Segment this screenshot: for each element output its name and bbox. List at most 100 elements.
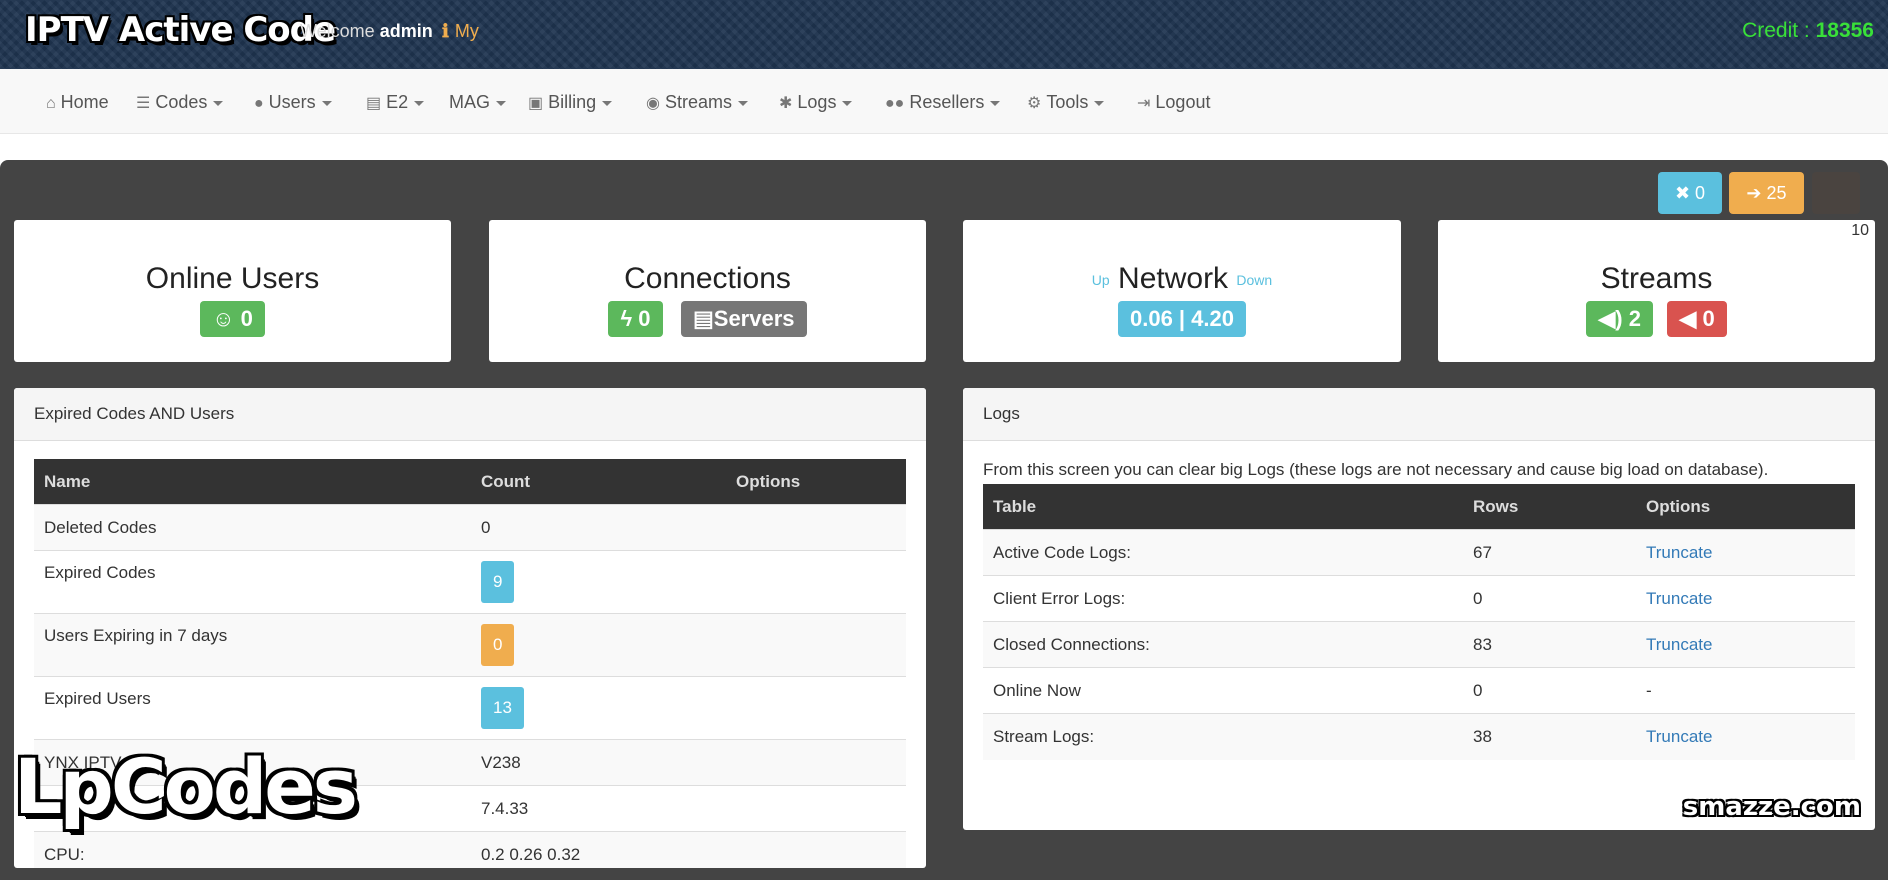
network-card: Up Network Down 0.06 | 4.20 <box>963 220 1401 362</box>
row-options <box>726 504 906 551</box>
hidden-button[interactable] <box>1812 172 1860 214</box>
logs-description: From this screen you can clear big Logs … <box>983 460 1769 479</box>
caret-down-icon <box>321 100 332 106</box>
truncate-link[interactable]: Truncate <box>1646 727 1712 746</box>
network-title-row: Up Network Down <box>963 262 1401 296</box>
row-name: Deleted Codes <box>34 504 471 551</box>
caret-down-icon <box>602 100 613 106</box>
truncate-link[interactable]: Truncate <box>1646 635 1712 654</box>
nav-home-label: Home <box>60 92 109 112</box>
blocked-button[interactable]: ✖ 0 <box>1658 172 1722 214</box>
col-count: Count <box>471 459 726 505</box>
log-rows: 67 <box>1463 529 1636 576</box>
online-users-badge[interactable]: ☺ 0 <box>200 301 265 337</box>
logins-button[interactable]: ➔ 25 <box>1729 172 1804 214</box>
nav-mag[interactable]: MAG <box>449 92 507 113</box>
table-row: CPU: 0.2 0.26 0.32 <box>34 831 906 868</box>
user-icon: ● <box>254 95 264 112</box>
table-row: Online Now 0 - <box>983 667 1855 714</box>
col-table: Table <box>983 484 1463 530</box>
network-up-label: Up <box>1091 272 1110 289</box>
top-header: IPTV Active Code Welcome admin ℹ My Credi… <box>0 0 1888 69</box>
log-option-none: - <box>1636 667 1855 714</box>
log-table-name: Closed Connections: <box>983 621 1463 668</box>
my-account-link[interactable]: ℹ My <box>442 21 479 42</box>
server-icon: ▤ <box>692 306 714 331</box>
online-users-title: Online Users <box>145 262 320 295</box>
nav-logout-label: Logout <box>1155 92 1211 112</box>
streams-card: 10 Streams ◀) 2 ◀ 0 <box>1438 220 1875 362</box>
nav-billing[interactable]: ▣ Billing <box>528 92 613 113</box>
network-badge: 0.06 | 4.20 <box>1117 301 1247 337</box>
caret-down-icon <box>414 100 425 106</box>
nav-users-label: Users <box>268 92 316 112</box>
nav-resellers[interactable]: ●● Resellers <box>885 92 1001 113</box>
nav-tools-label: Tools <box>1046 92 1089 112</box>
users-icon: ●● <box>885 95 905 112</box>
table-row: Closed Connections: 83 Truncate <box>983 621 1855 668</box>
network-badges: 0.06 | 4.20 <box>963 301 1401 337</box>
truncate-link[interactable]: Truncate <box>1646 589 1712 608</box>
row-options <box>726 785 906 832</box>
count-badge[interactable]: 13 <box>481 687 524 729</box>
table-header-row: Name Count Options <box>34 459 906 505</box>
streams-online-value: 2 <box>1628 306 1641 331</box>
row-options <box>726 613 906 677</box>
nav-logs[interactable]: ✱ Logs <box>779 92 853 113</box>
streams-offline-badge[interactable]: ◀ 0 <box>1667 301 1727 337</box>
caret-down-icon <box>842 100 853 106</box>
online-users-card: Online Users ☺ 0 <box>14 220 451 362</box>
welcome-text: Welcome admin <box>300 21 433 42</box>
logs-table: Table Rows Options Active Code Logs: 67 … <box>983 484 1855 760</box>
col-rows: Rows <box>1463 484 1636 530</box>
caret-down-icon <box>990 100 1001 106</box>
streams-online-badge[interactable]: ◀) 2 <box>1586 301 1653 337</box>
log-rows: 38 <box>1463 713 1636 760</box>
username: admin <box>379 21 433 41</box>
credit-label: Credit : <box>1742 19 1810 42</box>
connections-badge[interactable]: ϟ 0 <box>608 301 663 337</box>
log-rows: 83 <box>1463 621 1636 668</box>
connections-badges: ϟ 0 ▤Servers <box>489 301 926 337</box>
logs-panel-title: Logs <box>963 388 1875 441</box>
table-row: Active Code Logs: 67 Truncate <box>983 529 1855 576</box>
credit-display: Credit : 18356 <box>1742 19 1874 43</box>
table-row: Stream Logs: 38 Truncate <box>983 713 1855 760</box>
row-name: Users Expiring in 7 days <box>34 613 471 677</box>
connections-value: 0 <box>638 306 651 331</box>
nav-tools[interactable]: ⚙ Tools <box>1027 92 1105 113</box>
gear-icon: ⚙ <box>1027 95 1042 112</box>
podcast-icon: ◉ <box>646 95 660 112</box>
row-count: 0 <box>471 504 726 551</box>
nav-users[interactable]: ● Users <box>254 92 332 113</box>
logins-count: 25 <box>1766 183 1787 203</box>
row-name: CPU: <box>34 831 471 868</box>
nav-streams-label: Streams <box>664 92 732 112</box>
servers-label: Servers <box>713 306 795 331</box>
nav-logout[interactable]: ⇥ Logout <box>1137 92 1210 113</box>
servers-button[interactable]: ▤Servers <box>680 301 807 337</box>
streams-badges: ◀) 2 ◀ 0 <box>1438 301 1875 337</box>
network-title: Network <box>1118 262 1229 295</box>
log-table-name: Online Now <box>983 667 1463 714</box>
col-options: Options <box>726 459 906 505</box>
table-row: Expired Users 13 <box>34 676 906 740</box>
caret-down-icon <box>738 100 748 106</box>
nav-e2[interactable]: ▤ E2 <box>366 92 425 113</box>
row-options <box>726 739 906 786</box>
network-down-label: Down <box>1236 272 1273 289</box>
count-badge[interactable]: 9 <box>481 561 515 603</box>
list-icon: ☰ <box>136 95 151 112</box>
count-badge[interactable]: 0 <box>481 624 515 666</box>
blocked-count: 0 <box>1695 183 1706 203</box>
user-circle-icon: ☺ <box>212 306 235 331</box>
table-row: Client Error Logs: 0 Truncate <box>983 575 1855 622</box>
nav-codes[interactable]: ☰ Codes <box>136 92 224 113</box>
nav-home[interactable]: ⌂ Home <box>46 92 109 113</box>
info-icon: ℹ <box>442 21 449 41</box>
signin-icon: ➔ <box>1746 183 1762 203</box>
nav-streams[interactable]: ◉ Streams <box>646 92 748 113</box>
nav-resellers-label: Resellers <box>909 92 985 112</box>
truncate-link[interactable]: Truncate <box>1646 543 1712 562</box>
brand-logo[interactable]: IPTV Active Code <box>25 10 336 50</box>
